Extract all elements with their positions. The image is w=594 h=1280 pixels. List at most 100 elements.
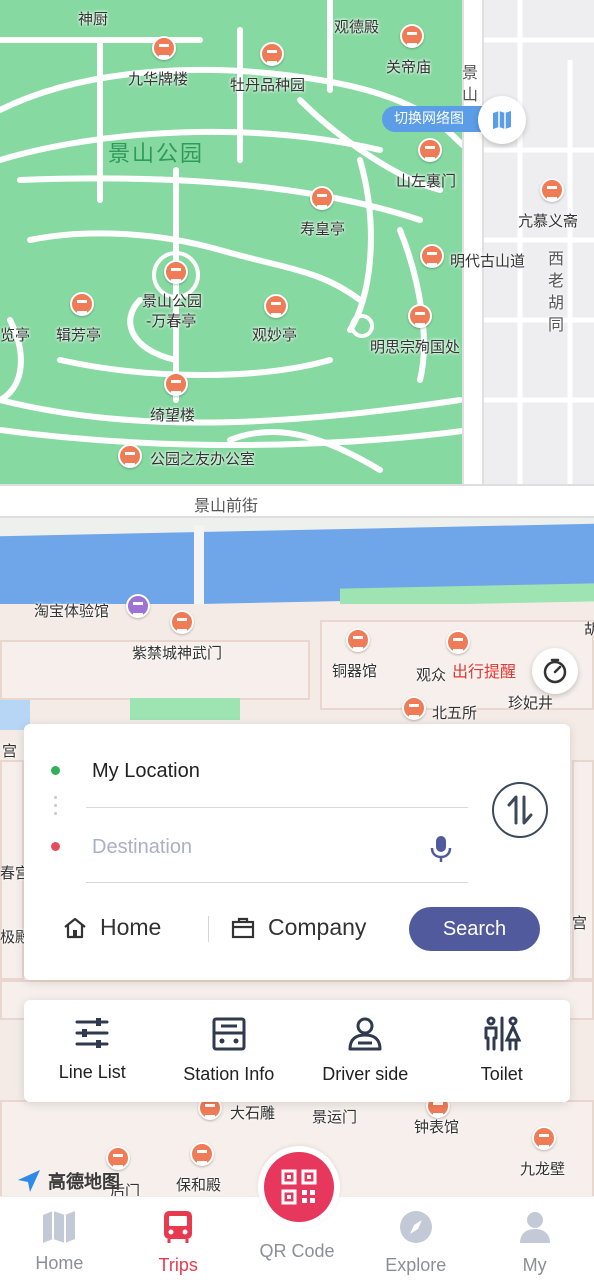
poi-marker[interactable] — [152, 36, 176, 60]
destination-dot — [51, 842, 60, 851]
hutong-roads — [480, 0, 594, 488]
company-shortcut[interactable]: Company — [230, 914, 366, 941]
home-icon — [64, 917, 86, 938]
poi-marker[interactable] — [126, 594, 150, 618]
driver-side-label: Driver side — [322, 1064, 409, 1084]
poi-marker[interactable] — [190, 1142, 214, 1166]
map-label: 明思宗殉国处 — [370, 338, 461, 356]
map-label: 铜器馆 — [332, 662, 378, 680]
map-label: 观众 — [416, 666, 447, 684]
map-label: 观妙亭 — [252, 326, 298, 344]
map-green — [130, 698, 240, 720]
driver-side-button[interactable]: Driver side — [297, 1000, 434, 1102]
map-label: 神厨 — [78, 10, 109, 28]
map-label: 山左裏门 — [396, 172, 457, 190]
poi-marker[interactable] — [346, 628, 370, 652]
map-label: 九龙壁 — [520, 1160, 566, 1178]
map-label: 大石雕 — [230, 1104, 276, 1122]
timer-icon — [543, 658, 567, 684]
toilet-button[interactable]: Toilet — [434, 1000, 571, 1102]
poi-marker[interactable] — [118, 444, 142, 468]
map-label: 亢慕义斋 — [518, 212, 579, 230]
poi-marker[interactable] — [264, 294, 288, 318]
poi-marker[interactable] — [400, 24, 424, 48]
map-label: 淘宝体验馆 — [34, 602, 110, 620]
poi-marker[interactable] — [408, 304, 432, 328]
map-label: 宫 — [2, 742, 18, 760]
map-label: 九华牌楼 — [128, 70, 189, 88]
line-list-icon — [75, 1018, 109, 1048]
qr-code-button[interactable] — [258, 1146, 340, 1228]
route-dots — [54, 796, 57, 820]
tab-trips-label: Trips — [158, 1255, 198, 1275]
destination-field[interactable]: Destination — [92, 836, 192, 859]
swap-button[interactable] — [492, 782, 548, 838]
poi-marker[interactable] — [164, 260, 188, 284]
user-icon — [519, 1212, 550, 1243]
map-label: 珍妃井 — [508, 694, 554, 712]
search-button[interactable]: Search — [409, 907, 540, 951]
map-label: 关帝庙 — [386, 58, 432, 76]
switch-map-button[interactable] — [478, 96, 526, 144]
station-info-icon — [212, 1017, 246, 1051]
tab-trips[interactable]: Trips — [119, 1197, 238, 1280]
toilet-icon — [484, 1016, 522, 1052]
navigation-arrow-icon — [18, 1170, 40, 1192]
map-label: 寿皇亭 — [300, 220, 346, 238]
map-label: 绮望楼 — [150, 406, 196, 424]
map-label: 景山公园 — [142, 292, 203, 310]
compass-icon — [399, 1211, 432, 1243]
poi-marker[interactable] — [170, 610, 194, 634]
tab-my-label: My — [522, 1255, 547, 1275]
park-label: 景山公园 — [108, 142, 205, 167]
qr-button-circle — [264, 1152, 334, 1222]
poi-marker[interactable] — [420, 244, 444, 268]
poi-marker[interactable] — [540, 178, 564, 202]
tab-home-label: Home — [35, 1253, 84, 1273]
line-list-button[interactable]: Line List — [24, 1000, 161, 1102]
station-info-button[interactable]: Station Info — [161, 1000, 298, 1102]
microphone-icon[interactable] — [428, 834, 454, 869]
poi-marker[interactable] — [70, 292, 94, 316]
poi-marker[interactable] — [310, 186, 334, 210]
map-label: 紫禁城神武门 — [132, 644, 223, 662]
poi-marker[interactable] — [402, 696, 426, 720]
map-icon — [493, 111, 511, 129]
map-label: 观德殿 — [334, 18, 380, 36]
poi-marker[interactable] — [418, 138, 442, 162]
map-logo-text: 高德地图 — [48, 1172, 120, 1193]
map-label: 钟表馆 — [414, 1118, 460, 1136]
route-search-card: My Location Destination Home Company Sea… — [24, 724, 570, 980]
origin-field[interactable]: My Location — [92, 760, 200, 783]
swap-arrows-icon — [507, 795, 533, 825]
home-shortcut-label: Home — [100, 914, 162, 940]
origin-underline — [86, 807, 468, 808]
street-label: 西老胡同 — [548, 249, 565, 334]
timer-button[interactable] — [532, 648, 578, 694]
tab-explore[interactable]: Explore — [356, 1197, 475, 1280]
map-label: 胡 — [584, 620, 594, 638]
map-label: 牡丹品种园 — [230, 76, 306, 94]
tab-my[interactable]: My — [475, 1197, 594, 1280]
station-info-label: Station Info — [183, 1064, 275, 1084]
poi-marker[interactable] — [532, 1126, 556, 1150]
map-label: 北五所 — [432, 704, 478, 722]
trip-alert[interactable]: 出行提醒 — [452, 658, 516, 682]
home-map-icon — [43, 1211, 76, 1243]
poi-marker[interactable] — [260, 42, 284, 66]
map-block — [572, 760, 594, 980]
briefcase-icon — [231, 917, 255, 938]
shortcut-divider — [208, 916, 209, 942]
tab-explore-label: Explore — [385, 1255, 447, 1275]
poi-marker[interactable] — [164, 372, 188, 396]
map-label: 明代古山道 — [450, 252, 526, 270]
road-jingshan-qianjie — [0, 484, 594, 518]
tab-qr-label: QR Code — [259, 1241, 335, 1261]
poi-marker[interactable] — [446, 630, 470, 654]
poi-marker[interactable] — [106, 1146, 130, 1170]
home-shortcut[interactable]: Home — [62, 914, 161, 941]
street-label: 景山前街 — [194, 496, 259, 515]
bus-icon — [164, 1211, 193, 1243]
tab-home[interactable]: Home — [0, 1197, 119, 1280]
map-label: 公园之友办公室 — [150, 450, 256, 468]
